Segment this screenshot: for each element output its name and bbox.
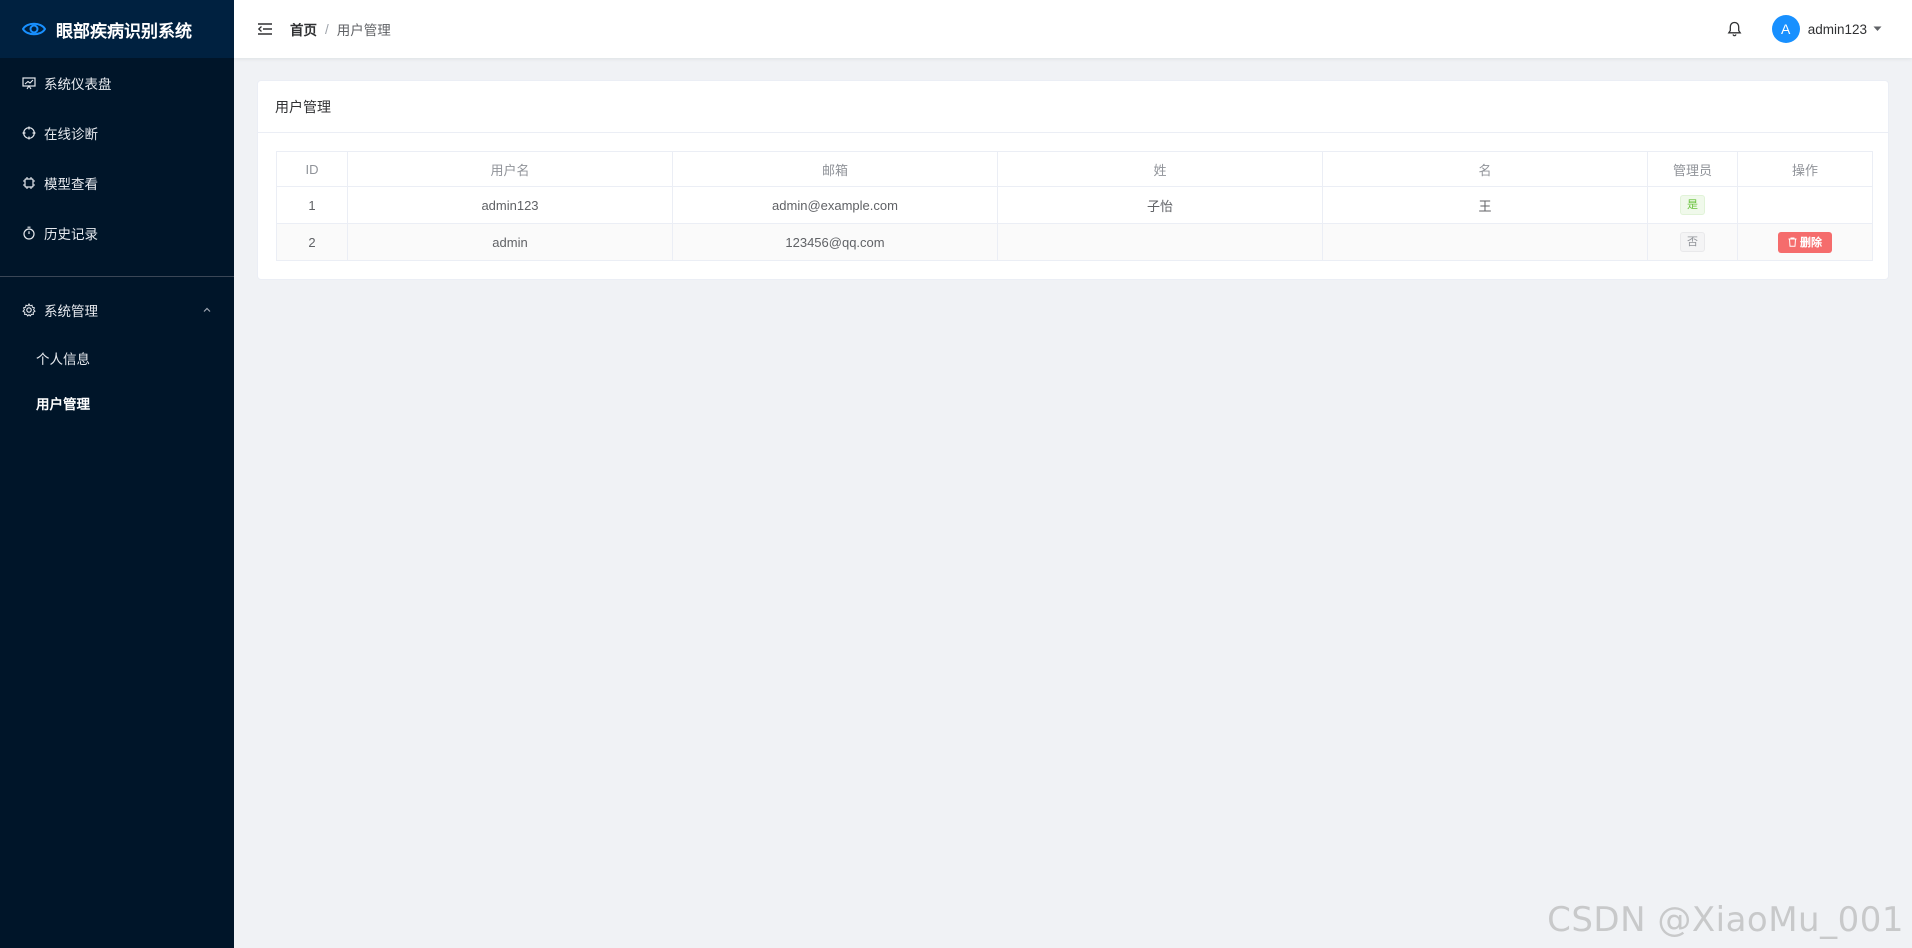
breadcrumb-home[interactable]: 首页: [290, 19, 317, 39]
stopwatch-icon: [23, 226, 35, 240]
username[interactable]: admin123: [1808, 22, 1867, 37]
cell-last-name: 子怡: [997, 186, 1323, 224]
admin-status-badge: 否: [1680, 232, 1705, 252]
cell-email: admin@example.com: [672, 186, 998, 224]
watermark: CSDN @XiaoMu_001: [1547, 900, 1904, 940]
card-title: 用户管理: [258, 81, 1888, 133]
gear-icon: [22, 303, 36, 317]
sidebar-item-label: 历史记录: [44, 227, 98, 242]
trash-icon: [1788, 237, 1797, 247]
sidebar-item-label: 系统仪表盘: [44, 77, 112, 92]
sidebar-item-model-view[interactable]: 模型查看: [0, 158, 234, 208]
sidebar-item-online-diagnosis[interactable]: 在线诊断: [0, 108, 234, 158]
chevron-down-icon[interactable]: [1873, 26, 1882, 32]
sidebar-item-label: 模型查看: [44, 177, 98, 192]
table-row: 2 admin 123456@qq.com 否 删除: [276, 223, 1873, 261]
breadcrumb-separator: /: [325, 21, 329, 37]
admin-status-badge: 是: [1680, 195, 1705, 215]
avatar[interactable]: A: [1771, 15, 1800, 43]
cell-email: 123456@qq.com: [672, 223, 998, 261]
user-management-card: 用户管理 ID 用户名 邮箱 姓 名 管理员 操作 1 admin123 adm…: [257, 80, 1889, 280]
menu-fold-icon: [258, 23, 272, 35]
dashboard-icon: [22, 77, 36, 90]
column-header-admin: 管理员: [1647, 151, 1738, 187]
crosshair-icon: [22, 126, 36, 140]
column-header-id: ID: [276, 151, 348, 187]
column-header-username: 用户名: [347, 151, 673, 187]
table-row: 1 admin123 admin@example.com 子怡 王 是: [276, 186, 1873, 224]
app-logo[interactable]: 眼部疾病识别系统: [0, 0, 234, 58]
column-header-first-name: 名: [1322, 151, 1648, 187]
sidebar-subitem-profile[interactable]: 个人信息: [0, 335, 234, 380]
column-header-email: 邮箱: [672, 151, 998, 187]
sidebar-item-label: 系统管理: [44, 304, 98, 319]
sidebar-subitem-user-management[interactable]: 用户管理: [0, 380, 234, 425]
user-table: ID 用户名 邮箱 姓 名 管理员 操作 1 admin123 admin@ex…: [276, 151, 1873, 261]
delete-user-button[interactable]: 删除: [1778, 231, 1832, 253]
sidebar-subitem-label: 个人信息: [36, 351, 90, 367]
chevron-up-icon: [203, 307, 211, 312]
cell-first-name: [1322, 223, 1648, 261]
sidebar: 眼部疾病识别系统 系统仪表盘 在线诊断 模型查看 历史记录 系统管理 个人信息 …: [0, 0, 234, 948]
cell-first-name: 王: [1322, 186, 1648, 224]
sidebar-divider: [0, 276, 234, 277]
cell-admin: 是: [1647, 186, 1738, 224]
cell-username: admin: [347, 223, 673, 261]
collapse-menu-button[interactable]: [258, 23, 272, 35]
delete-button-label: 删除: [1800, 237, 1822, 249]
sidebar-item-system-management[interactable]: 系统管理: [0, 285, 234, 335]
sidebar-item-label: 在线诊断: [44, 127, 98, 142]
cell-action: 删除: [1737, 223, 1873, 261]
cell-admin: 否: [1647, 223, 1738, 261]
cell-id: 1: [276, 186, 348, 224]
table-header-row: ID 用户名 邮箱 姓 名 管理员 操作: [276, 151, 1873, 187]
cell-id: 2: [276, 223, 348, 261]
bell-icon: [1727, 21, 1742, 37]
app-title: 眼部疾病识别系统: [56, 21, 192, 41]
sidebar-subitem-label: 用户管理: [36, 396, 90, 412]
sidebar-item-dashboard[interactable]: 系统仪表盘: [0, 58, 234, 108]
column-header-action: 操作: [1737, 151, 1873, 187]
top-header: 首页 / 用户管理 A admin123: [234, 0, 1912, 58]
header-right: A admin123: [1727, 15, 1912, 43]
column-header-last-name: 姓: [997, 151, 1323, 187]
notification-button[interactable]: [1727, 21, 1742, 37]
cell-username: admin123: [347, 186, 673, 224]
chip-icon: [23, 177, 35, 189]
breadcrumb-current: 用户管理: [336, 23, 391, 38]
sidebar-item-history[interactable]: 历史记录: [0, 208, 234, 258]
cell-action: [1737, 186, 1873, 224]
eye-icon: [22, 22, 46, 36]
cell-last-name: [997, 223, 1323, 261]
breadcrumb: 首页 / 用户管理: [290, 19, 391, 39]
